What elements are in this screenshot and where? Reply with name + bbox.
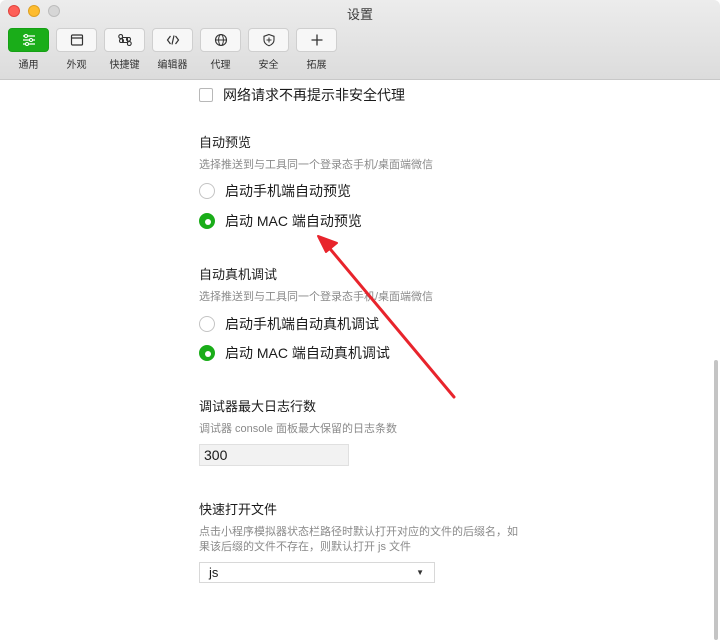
auto-preview-mac-radio[interactable] [199, 213, 215, 229]
window-chrome: 设置 通用 外观 快捷键 编辑器 代理 安全 拓展 [0, 0, 720, 80]
tab-editor-button[interactable] [152, 28, 193, 52]
dropdown-arrow-icon: ▼ [416, 568, 424, 577]
tab-appearance-button[interactable] [56, 28, 97, 52]
globe-icon [214, 33, 227, 47]
auto-debug-desc: 选择推送到与工具同一个登录态手机/桌面端微信 [199, 291, 434, 303]
settings-content: 网络请求不再提示非安全代理 自动预览 选择推送到与工具同一个登录态手机/桌面端微… [0, 80, 720, 642]
code-icon [166, 35, 179, 45]
debugger-log-input[interactable]: 300 [199, 444, 349, 466]
window-icon [70, 34, 83, 46]
auto-preview-title: 自动预览 [199, 135, 252, 150]
quick-open-title: 快速打开文件 [199, 502, 278, 517]
tab-appearance[interactable]: 外观 [56, 28, 97, 71]
settings-window: 设置 通用 外观 快捷键 编辑器 代理 安全 拓展 网络请求不再提示非安全代理 … [0, 0, 720, 642]
proxy-warning-label: 网络请求不再提示非安全代理 [223, 87, 405, 103]
tab-editor[interactable]: 编辑器 [152, 28, 193, 71]
auto-debug-phone-label: 启动手机端自动真机调试 [225, 316, 379, 332]
auto-debug-phone-radio[interactable] [199, 316, 215, 332]
tab-editor-label: 编辑器 [157, 60, 188, 71]
tab-general-button[interactable] [8, 28, 49, 52]
auto-debug-mac-label: 启动 MAC 端自动真机调试 [225, 345, 390, 361]
quick-open-desc-line2: 果该后缀的文件不存在，则默认打开 js 文件 [199, 541, 412, 553]
tab-general[interactable]: 通用 [8, 28, 49, 71]
auto-preview-phone-option[interactable]: 启动手机端自动预览 [199, 181, 351, 201]
tab-extensions-button[interactable] [296, 28, 337, 52]
list-settings-icon [22, 34, 35, 46]
auto-preview-phone-label: 启动手机端自动预览 [225, 183, 351, 199]
tab-extensions[interactable]: 拓展 [296, 28, 337, 71]
proxy-warning-checkbox[interactable] [199, 88, 213, 102]
settings-toolbar: 通用 外观 快捷键 编辑器 代理 安全 拓展 [8, 28, 337, 71]
tab-extensions-label: 拓展 [306, 60, 327, 71]
auto-preview-desc: 选择推送到与工具同一个登录态手机/桌面端微信 [199, 159, 434, 171]
tab-general-label: 通用 [18, 60, 39, 71]
tab-proxy-button[interactable] [200, 28, 241, 52]
content-scrollbar[interactable] [714, 360, 718, 640]
command-key-icon [117, 33, 132, 47]
window-title: 设置 [346, 7, 373, 22]
tab-proxy[interactable]: 代理 [200, 28, 241, 71]
debugger-log-title: 调试器最大日志行数 [199, 399, 317, 414]
tab-shortcuts[interactable]: 快捷键 [104, 28, 145, 71]
tab-appearance-label: 外观 [66, 60, 87, 71]
tab-security[interactable]: 安全 [248, 28, 289, 71]
auto-debug-mac-option[interactable]: 启动 MAC 端自动真机调试 [199, 343, 390, 363]
quick-open-select[interactable]: js ▼ [199, 562, 435, 583]
auto-debug-mac-radio[interactable] [199, 345, 215, 361]
auto-debug-title: 自动真机调试 [199, 267, 278, 282]
shield-icon [262, 33, 275, 47]
plus-icon [311, 34, 322, 46]
tab-security-button[interactable] [248, 28, 289, 52]
proxy-warning-option[interactable]: 网络请求不再提示非安全代理 [199, 85, 405, 105]
auto-preview-phone-radio[interactable] [199, 183, 215, 199]
auto-preview-mac-label: 启动 MAC 端自动预览 [225, 213, 362, 229]
tab-security-label: 安全 [258, 60, 279, 71]
tab-shortcuts-label: 快捷键 [109, 60, 140, 71]
auto-preview-mac-option[interactable]: 启动 MAC 端自动预览 [199, 211, 362, 231]
tab-proxy-label: 代理 [210, 60, 231, 71]
quick-open-selected-value: js [209, 565, 219, 580]
tab-shortcuts-button[interactable] [104, 28, 145, 52]
auto-debug-phone-option[interactable]: 启动手机端自动真机调试 [199, 314, 379, 334]
debugger-log-desc: 调试器 console 面板最大保留的日志条数 [199, 423, 398, 435]
